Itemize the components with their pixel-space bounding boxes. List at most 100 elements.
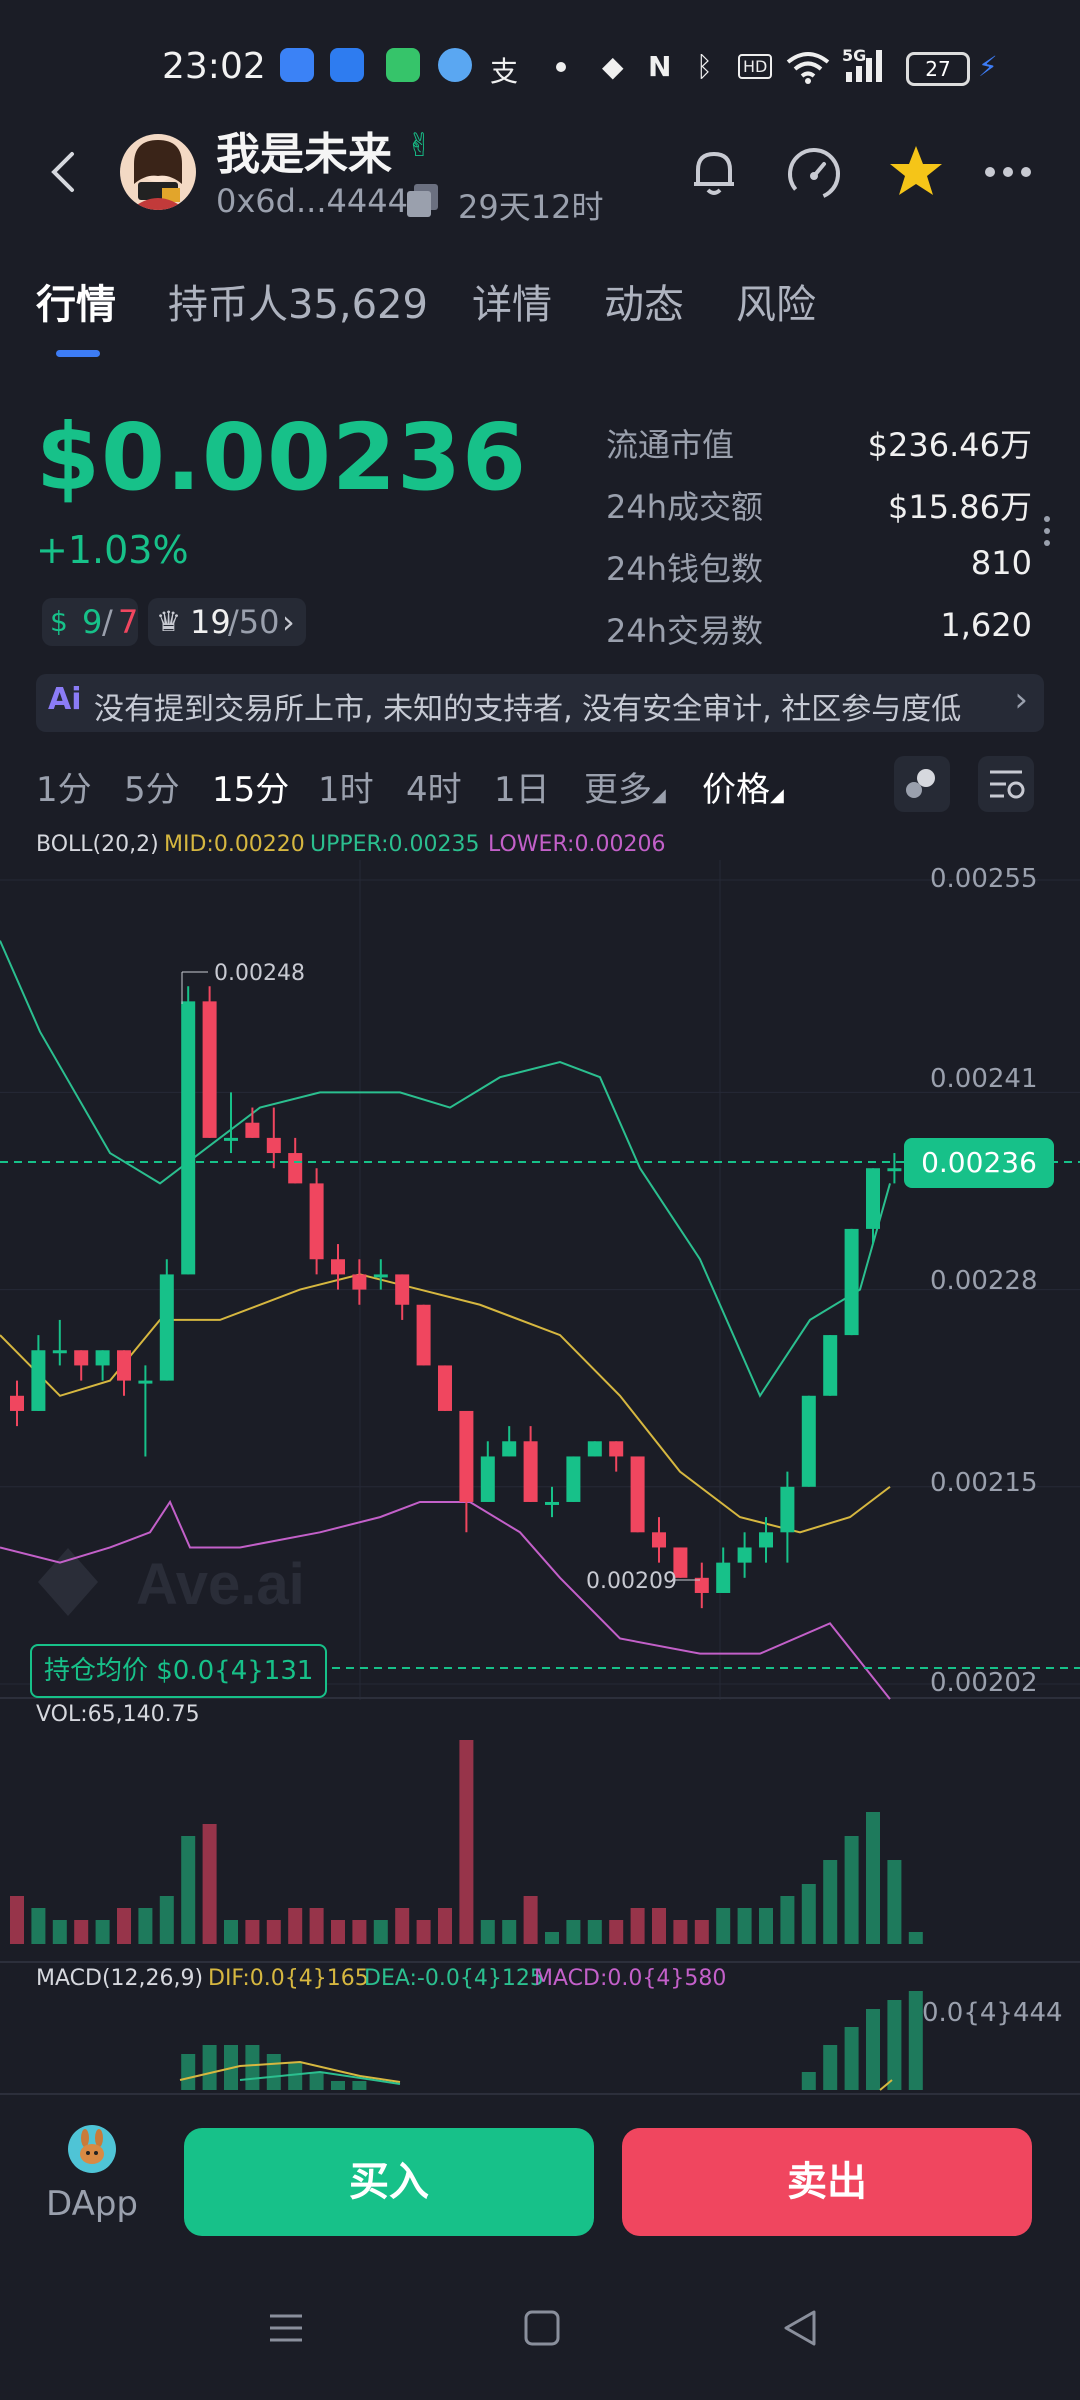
dot-icon	[556, 62, 566, 72]
macd-bar	[887, 2000, 902, 2090]
candle-body	[587, 1441, 602, 1457]
tab-risk[interactable]: 风险	[736, 272, 816, 330]
candle-body	[801, 1395, 816, 1487]
candle	[545, 1486, 559, 1518]
candle	[395, 1274, 410, 1320]
tab-details[interactable]: 详情	[472, 272, 552, 330]
ai-summary-banner[interactable]: Ai 没有提到交易所上市, 未知的支持者, 没有安全审计, 社区参与度低 ›	[36, 674, 1044, 732]
price-change: +1.03%	[36, 528, 189, 572]
interval-15m[interactable]: 15分	[212, 762, 289, 811]
candle-body	[352, 1274, 367, 1290]
volume-label: VOL:65,140.75	[36, 1702, 200, 1727]
volume-bar	[352, 1920, 367, 1944]
interval-more[interactable]: 更多◢	[584, 762, 666, 811]
y-axis-label: 0.00202	[930, 1668, 1038, 1698]
volume-bar	[31, 1908, 46, 1944]
candle	[523, 1426, 538, 1502]
interval-5m[interactable]: 5分	[124, 762, 180, 811]
battery-level: 27	[925, 57, 951, 81]
stat-trades: 24h交易数 1,620	[606, 606, 1032, 656]
stat-wallets: 24h钱包数 810	[606, 544, 1032, 594]
tab-indicator	[56, 350, 100, 357]
candle	[502, 1426, 517, 1457]
volume-bar	[181, 1836, 196, 1944]
tab-activity[interactable]: 动态	[604, 272, 684, 330]
stat-volume: 24h成交额 $15.86万	[606, 482, 1032, 532]
volume-bar	[523, 1896, 538, 1944]
gauge-icon	[788, 148, 840, 200]
interval-4h[interactable]: 4时	[406, 762, 462, 811]
macd-y-label: 0.0{4}444	[922, 1998, 1063, 2028]
candle	[288, 1137, 303, 1184]
candle-body	[181, 1001, 196, 1275]
candle	[887, 1153, 902, 1184]
side-dots-icon[interactable]	[1044, 516, 1052, 546]
candle-body	[95, 1350, 110, 1366]
candle-body	[31, 1350, 46, 1411]
macd-bar	[908, 1991, 923, 2090]
macd-bar	[288, 2063, 303, 2090]
candle-body	[224, 1137, 238, 1141]
candle	[266, 1107, 281, 1169]
interval-1m[interactable]: 1分	[36, 762, 92, 811]
watermark-text: Ave.ai	[136, 1552, 305, 1617]
macd-bar	[266, 2054, 281, 2090]
volume-bar	[673, 1920, 688, 1944]
candle	[331, 1244, 345, 1290]
speed-button[interactable]	[784, 142, 844, 202]
volume-bar	[373, 1920, 388, 1944]
candle-body	[759, 1532, 773, 1548]
status-time: 23:02	[162, 46, 266, 87]
volume-bar	[117, 1908, 131, 1944]
price-toggle-label: 价格	[702, 770, 770, 810]
status-bar: 23:02 支 ◆ N ᛒ HD 5G 27 ⚡	[0, 0, 1080, 130]
token-name: 我是未来	[216, 129, 392, 180]
back-button[interactable]	[44, 150, 84, 192]
sell-button[interactable]: 卖出	[622, 2128, 1032, 2236]
more-button[interactable]	[980, 142, 1040, 202]
nav-menu-button[interactable]	[264, 2306, 308, 2350]
score-max: /50	[228, 603, 280, 641]
nav-back-button[interactable]	[778, 2306, 822, 2350]
interval-1d[interactable]: 1日	[494, 762, 550, 811]
more-dots-icon	[985, 167, 1031, 177]
rabbit-icon	[68, 2125, 116, 2173]
ai-summary-text: 没有提到交易所上市, 未知的支持者, 没有安全审计, 社区参与度低	[94, 692, 962, 727]
buy-button[interactable]: 买入	[184, 2128, 594, 2236]
volume-bar	[266, 1920, 281, 1944]
volume-bar	[202, 1824, 217, 1944]
dapp-button[interactable]: DApp	[44, 2124, 140, 2234]
tax-badge[interactable]: $ 9 / 7	[42, 598, 138, 646]
macd-bar	[823, 2045, 838, 2090]
nav-home-button[interactable]	[520, 2306, 564, 2350]
candle	[716, 1547, 731, 1593]
price-toggle[interactable]: 价格◢	[702, 762, 784, 811]
candle	[866, 1168, 880, 1245]
candle	[459, 1410, 474, 1533]
volume-bar	[331, 1920, 345, 1944]
menu-icon	[270, 2314, 302, 2342]
y-axis-label: 0.00215	[930, 1468, 1038, 1498]
bell-icon	[694, 151, 734, 195]
candle-body	[288, 1153, 303, 1184]
interval-1h[interactable]: 1时	[318, 762, 374, 811]
alert-bell-button[interactable]	[684, 142, 744, 202]
score-value: 19	[190, 603, 231, 641]
volume-bar	[138, 1908, 153, 1944]
indicator-toggle-button[interactable]	[894, 756, 950, 812]
chart-settings-button[interactable]	[978, 756, 1034, 812]
home-square-icon	[524, 2310, 560, 2346]
candlestick-chart[interactable]: Ave.ai 0.00248 0.00209	[0, 860, 1080, 2096]
triangle-icon: ◢	[652, 785, 666, 806]
candle-body	[502, 1441, 517, 1457]
score-badge[interactable]: ♛ 19 /50 ›	[148, 598, 306, 646]
candle	[630, 1456, 645, 1533]
bluetooth-icon: ᛒ	[696, 50, 713, 83]
candle-body	[566, 1456, 581, 1502]
tab-market[interactable]: 行情	[36, 272, 116, 330]
copy-icon[interactable]	[404, 182, 442, 224]
candle-body	[416, 1304, 431, 1366]
volume-bar	[587, 1920, 602, 1944]
favorite-button[interactable]	[886, 142, 946, 202]
tab-holders[interactable]: 持币人35,629	[168, 272, 428, 330]
